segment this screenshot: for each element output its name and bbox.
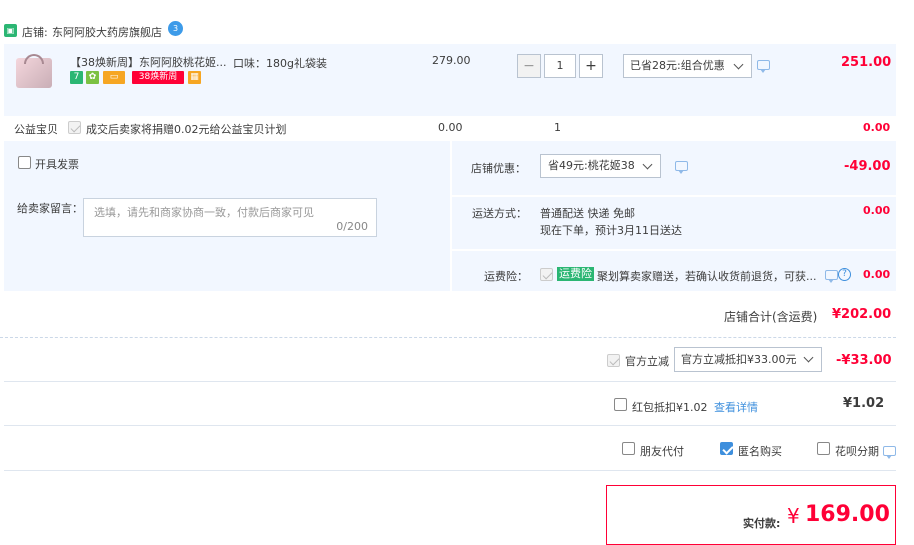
delivery-method: 普通配送 快递 免邮 (540, 207, 635, 220)
shop-prefix: 店铺: (22, 26, 48, 39)
help-question-icon[interactable]: ? (838, 268, 851, 281)
friend-pay-label: 朋友代付 (640, 445, 684, 458)
credit-card-icon: ▭ (103, 71, 125, 84)
divider (4, 470, 896, 471)
pay-currency: ¥ (787, 504, 800, 528)
redpacket-label: 红包抵扣¥1.02 (632, 401, 708, 414)
invoice-checkbox[interactable] (18, 156, 31, 169)
insurance-message-icon[interactable] (825, 270, 838, 283)
options-divider-2 (452, 249, 896, 251)
sku-text: 口味：180g礼袋装 (233, 57, 327, 70)
delivery-label: 运送方式： (472, 207, 527, 220)
anonymous-checkbox[interactable] (720, 442, 733, 455)
friend-pay-checkbox[interactable] (622, 442, 635, 455)
charity-price: 0.00 (438, 121, 463, 134)
charity-text: 成交后卖家将捐赠0.02元给公益宝贝计划 (86, 123, 287, 136)
options-divider-1 (452, 195, 896, 197)
delivery-eta: 现在下单，预计3月11日送达 (540, 224, 682, 237)
quantity-increase-button[interactable]: + (579, 54, 603, 78)
options-divider-vertical (450, 141, 452, 291)
shop-discount-amount: -49.00 (844, 159, 891, 174)
quantity-decrease-button[interactable]: − (517, 54, 541, 78)
redpacket-checkbox[interactable] (614, 398, 627, 411)
invoice-label: 开具发票 (35, 158, 79, 171)
promo-message-icon[interactable] (757, 60, 770, 73)
chevron-down-icon (733, 59, 744, 70)
pay-total-label: 实付款: (743, 517, 781, 530)
message-counter: 0/200 (336, 220, 368, 233)
item-promo-value: 已省28元:组合优惠 (630, 59, 725, 72)
huabei-label: 花呗分期 (835, 445, 879, 458)
guarantee-icon: ✿ (86, 71, 99, 84)
delivery-amount: 0.00 (863, 204, 891, 217)
product-title-link[interactable]: 【38焕新周】东阿阿胶桃花姬... (70, 54, 227, 70)
huabei-message-icon[interactable] (883, 446, 896, 459)
chat-badge: 3 (172, 24, 179, 33)
redpacket-details-link[interactable]: 查看详情 (714, 399, 758, 415)
pay-total-amount: 169.00 (805, 502, 890, 527)
section-divider (0, 337, 896, 338)
official-discount-value: 官方立减抵扣¥33.00元 (681, 353, 797, 366)
shop-discount-message-icon[interactable] (675, 161, 688, 174)
product-image[interactable] (14, 52, 58, 92)
item-promo-select[interactable]: 已省28元:组合优惠 (623, 54, 752, 78)
redpacket-amount: ¥1.02 (843, 396, 885, 411)
charity-qty: 1 (554, 121, 561, 134)
huabei-checkbox[interactable] (817, 442, 830, 455)
unit-price: 279.00 (432, 54, 471, 67)
shop-total-label: 店铺合计(含运费) (724, 310, 818, 324)
pay-total-box: 实付款: ¥ 169.00 (606, 485, 896, 545)
chevron-down-icon (803, 352, 814, 363)
message-placeholder: 选填，请先和商家协商一致，付款后商家可见 (94, 206, 314, 219)
divider (4, 425, 896, 426)
quantity-input[interactable]: 1 (544, 54, 576, 78)
shop-icon: ▣ (4, 24, 17, 37)
anonymous-label: 匿名购买 (738, 445, 782, 458)
charity-subtotal: 0.00 (863, 121, 891, 134)
divider (4, 381, 896, 382)
insurance-amount: 0.00 (863, 268, 891, 281)
chevron-down-icon (642, 159, 653, 170)
official-discount-checkbox (607, 354, 620, 367)
shop-discount-value: 省49元:桃花姬38 (548, 159, 635, 172)
wangwang-chat-icon[interactable]: 3 (168, 21, 183, 36)
charity-checkbox (68, 121, 81, 134)
insurance-text: 聚划算卖家赠送，若确认收货前退货，可获... (597, 270, 817, 283)
message-label: 给卖家留言： (17, 202, 83, 215)
sale-38-badge: 38焕新周 (132, 71, 184, 84)
insurance-label: 运费险： (484, 270, 528, 283)
official-discount-amount: -¥33.00 (836, 353, 892, 368)
shop-total-amount: ¥202.00 (832, 307, 892, 322)
charity-label: 公益宝贝 (14, 123, 58, 136)
item-subtotal: 251.00 (841, 55, 892, 70)
seller-message-textarea[interactable]: 选填，请先和商家协商一致，付款后商家可见 0/200 (83, 198, 377, 237)
apps-icon: ▦ (188, 71, 201, 84)
insurance-tag: 运费险 (557, 267, 594, 281)
shop-name-link[interactable]: 东阿阿胶大药房旗舰店 (52, 24, 162, 40)
shop-discount-label: 店铺优惠： (471, 162, 526, 175)
seven-day-return-icon: 7 (70, 71, 83, 84)
official-discount-label: 官方立减 (625, 355, 669, 368)
official-discount-select[interactable]: 官方立减抵扣¥33.00元 (674, 347, 822, 372)
insurance-checkbox (540, 268, 553, 281)
quantity-value: 1 (556, 59, 564, 72)
shop-discount-select[interactable]: 省49元:桃花姬38 (540, 154, 661, 178)
